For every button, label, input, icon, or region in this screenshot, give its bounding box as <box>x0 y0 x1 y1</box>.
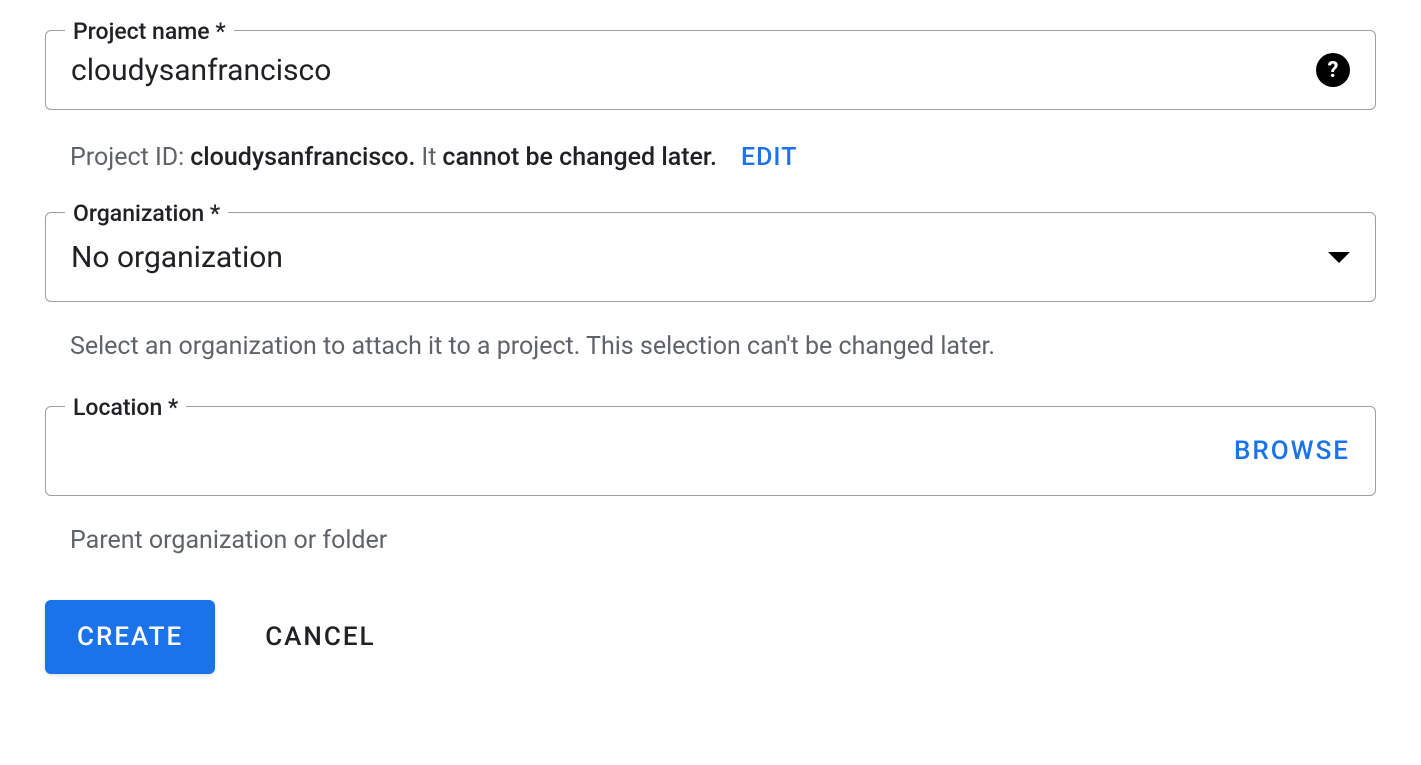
organization-hint: Select an organization to attach it to a… <box>45 320 1376 406</box>
cancel-button[interactable]: CANCEL <box>265 622 375 652</box>
location-field: Location * BROWSE <box>45 406 1376 496</box>
location-label: Location * <box>65 394 186 421</box>
project-id-mid: It <box>421 143 436 172</box>
organization-select[interactable]: No organization <box>45 212 1376 302</box>
create-button[interactable]: CREATE <box>45 600 215 674</box>
project-id-hint: Project ID: cloudysanfrancisco. It canno… <box>45 128 1376 212</box>
edit-project-id-link[interactable]: EDIT <box>741 143 797 172</box>
action-buttons: CREATE CANCEL <box>45 600 1376 674</box>
location-outline: BROWSE <box>45 406 1376 496</box>
project-name-field: Project name * ? <box>45 30 1376 110</box>
project-id-warning: cannot be changed later. <box>442 143 717 172</box>
organization-value: No organization <box>71 240 1328 275</box>
project-name-input[interactable] <box>71 53 1316 88</box>
organization-label: Organization * <box>65 200 228 227</box>
organization-field: Organization * No organization <box>45 212 1376 302</box>
help-icon[interactable]: ? <box>1316 53 1350 87</box>
project-name-label: Project name * <box>65 18 234 45</box>
location-hint: Parent organization or folder <box>45 514 1376 600</box>
browse-button[interactable]: BROWSE <box>1234 436 1350 466</box>
chevron-down-icon <box>1328 252 1350 263</box>
project-id-value: cloudysanfrancisco. <box>190 143 415 172</box>
project-name-outline: ? <box>45 30 1376 110</box>
project-id-prefix: Project ID: <box>70 143 184 172</box>
